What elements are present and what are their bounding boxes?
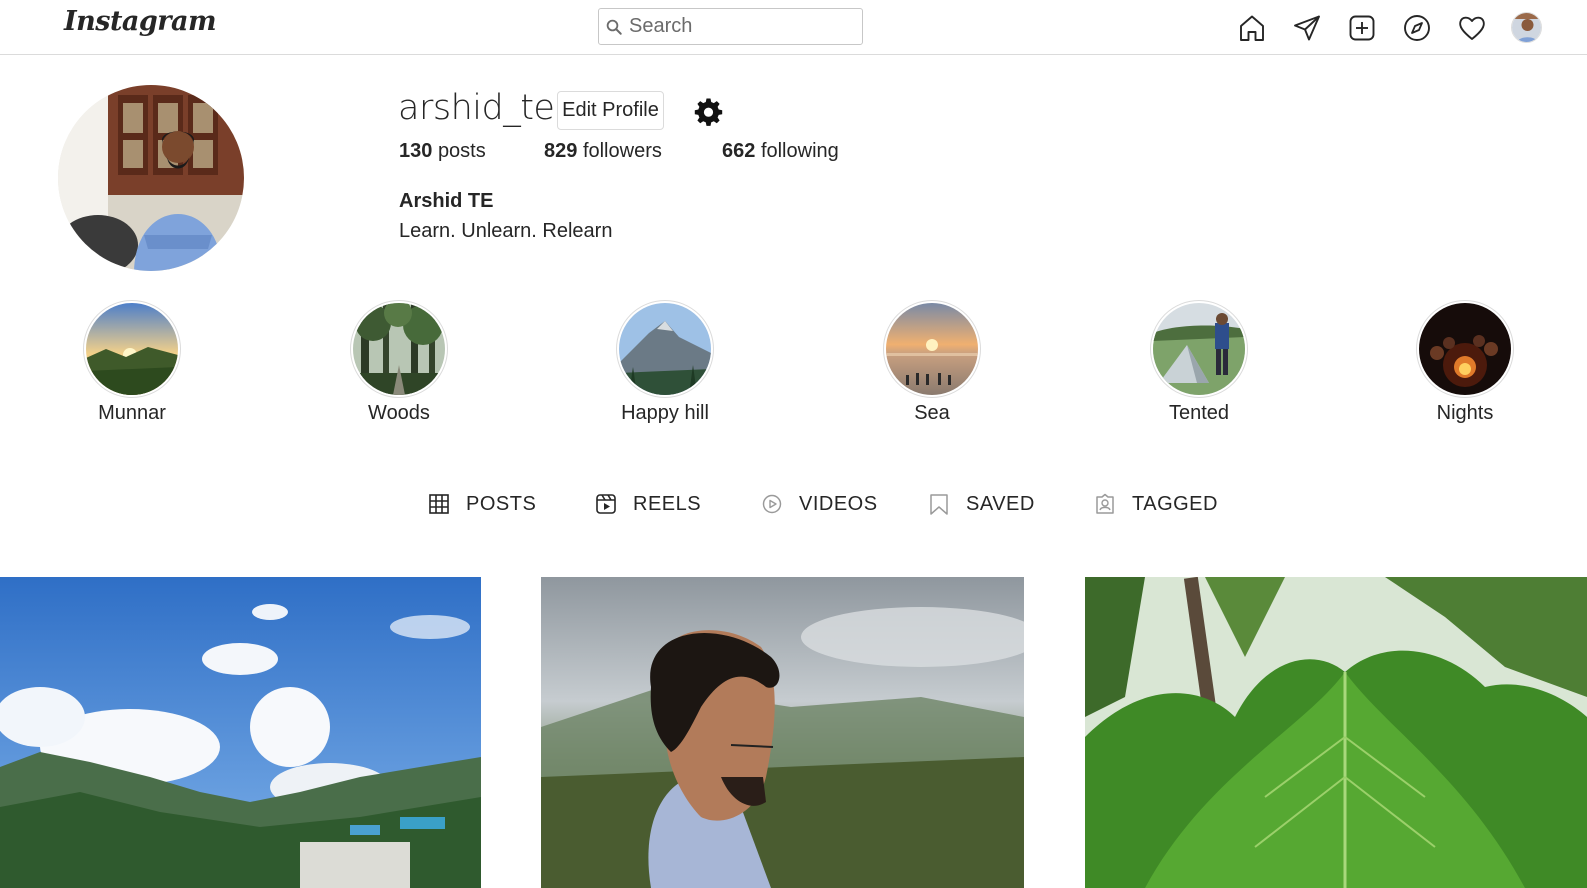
highlight-label: Sea xyxy=(914,402,950,424)
tab-saved[interactable]: SAVED xyxy=(928,490,1035,518)
tab-tagged[interactable]: TAGGED xyxy=(1094,490,1218,518)
video-play-icon xyxy=(762,494,782,514)
highlight-tented[interactable]: Tented xyxy=(1134,300,1264,425)
post-thumbnail[interactable] xyxy=(1085,577,1587,888)
highlight-label: Woods xyxy=(368,402,430,424)
highlight-label: Happy hill xyxy=(621,402,709,424)
search-box[interactable] xyxy=(598,8,863,45)
highlight-sea[interactable]: Sea xyxy=(867,300,997,425)
following-count-label: following xyxy=(760,140,839,162)
top-navigation-bar: Instagram xyxy=(0,0,1587,55)
edit-profile-button[interactable]: Edit Profile xyxy=(557,91,664,130)
tab-label: TAGGED xyxy=(1132,492,1218,515)
following-count[interactable]: 662 following xyxy=(722,140,839,163)
explore-icon[interactable] xyxy=(1402,13,1432,43)
followers-count[interactable]: 829 followers xyxy=(544,140,662,163)
highlight-happy-hill[interactable]: Happy hill xyxy=(600,300,730,425)
highlight-label: Nights xyxy=(1436,402,1494,424)
home-icon[interactable] xyxy=(1237,13,1267,43)
highlight-woods[interactable]: Woods xyxy=(334,300,464,425)
highlight-label: Munnar xyxy=(98,402,166,424)
profile-username: arshid_te xyxy=(398,88,555,128)
instagram-logo[interactable]: Instagram xyxy=(64,6,217,37)
highlight-thumbnail xyxy=(86,303,178,395)
activity-heart-icon[interactable] xyxy=(1457,13,1487,43)
highlight-nights[interactable]: Nights xyxy=(1400,300,1530,425)
new-post-icon[interactable] xyxy=(1347,13,1377,43)
following-count-value: 662 xyxy=(722,140,756,162)
highlight-thumbnail xyxy=(353,303,445,395)
posts-count: 130 posts xyxy=(399,140,486,163)
grid-icon xyxy=(429,494,449,514)
followers-count-label: followers xyxy=(582,140,662,162)
tab-label: REELS xyxy=(633,492,702,515)
highlight-thumbnail xyxy=(1419,303,1511,395)
post-thumbnail[interactable] xyxy=(0,577,481,888)
posts-count-value: 130 xyxy=(399,140,433,162)
profile-picture[interactable] xyxy=(58,85,244,271)
direct-message-icon[interactable] xyxy=(1292,13,1322,43)
tagged-icon xyxy=(1096,493,1114,514)
profile-bio: Learn. Unlearn. Relearn xyxy=(399,220,613,242)
highlight-label: Tented xyxy=(1168,402,1230,424)
posts-count-label: posts xyxy=(437,140,486,162)
tab-reels[interactable]: REELS xyxy=(595,490,701,518)
tab-label: POSTS xyxy=(466,492,537,515)
followers-count-value: 829 xyxy=(544,140,578,162)
highlight-thumbnail xyxy=(886,303,978,395)
tab-videos[interactable]: VIDEOS xyxy=(761,490,878,518)
post-thumbnail[interactable] xyxy=(541,577,1024,888)
tab-label: VIDEOS xyxy=(799,492,878,515)
tab-posts[interactable]: POSTS xyxy=(428,490,536,518)
profile-full-name: Arshid TE xyxy=(399,190,494,212)
highlight-thumbnail xyxy=(1153,303,1245,395)
highlight-munnar[interactable]: Munnar xyxy=(67,300,197,425)
reels-icon xyxy=(596,494,616,514)
tab-label: SAVED xyxy=(966,492,1035,515)
search-input[interactable] xyxy=(629,15,849,38)
profile-avatar-icon[interactable] xyxy=(1511,12,1542,43)
highlight-thumbnail xyxy=(619,303,711,395)
settings-gear-icon[interactable] xyxy=(694,97,723,126)
search-icon xyxy=(606,19,622,35)
bookmark-icon xyxy=(930,494,948,515)
